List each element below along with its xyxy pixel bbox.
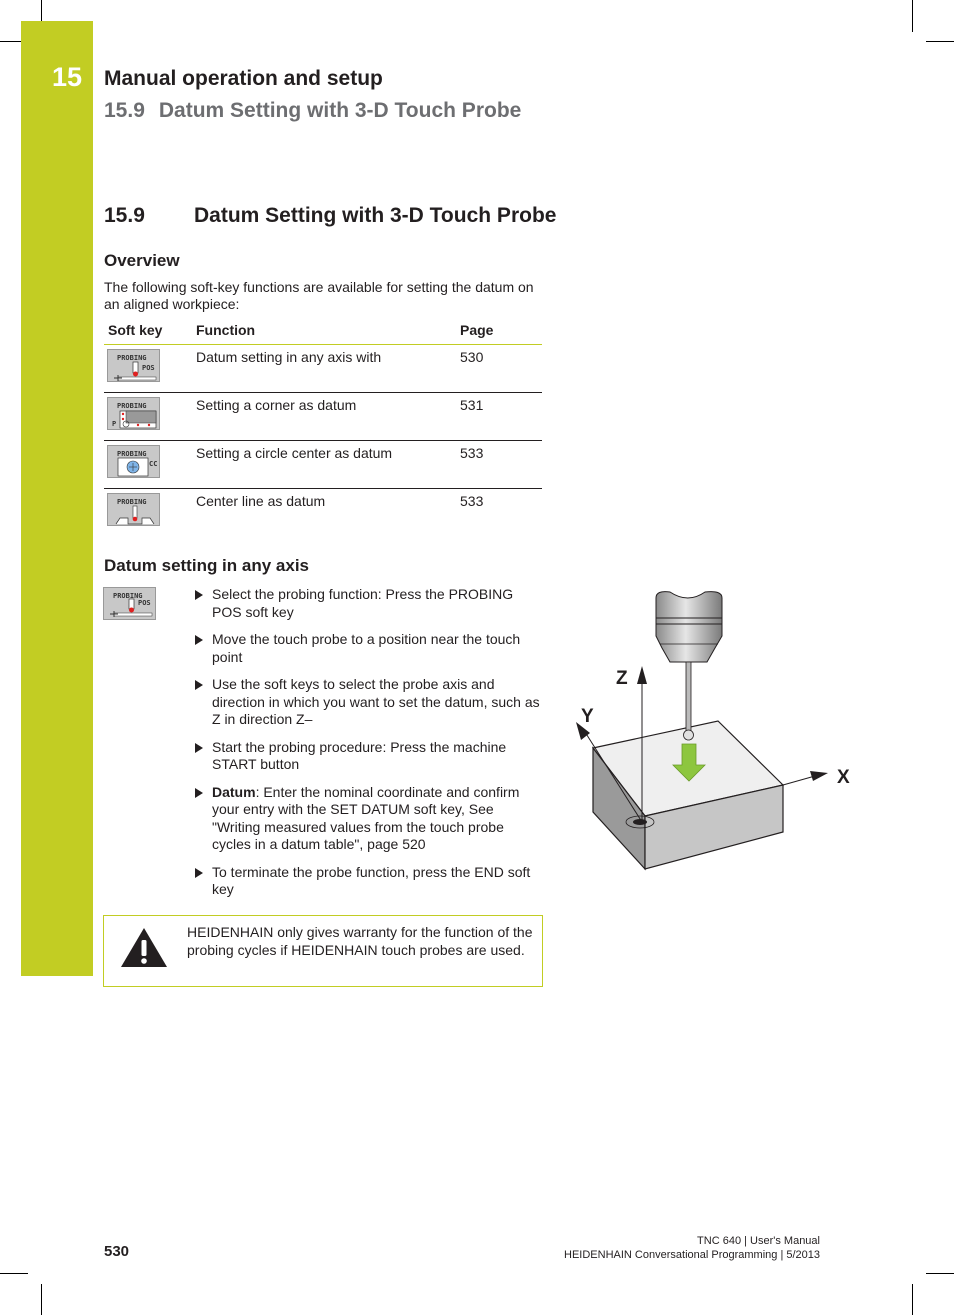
svg-text:CC: CC — [149, 460, 157, 468]
warning-text: HEIDENHAIN only gives warranty for the f… — [187, 924, 533, 958]
touch-probe-figure: Z Y X — [576, 591, 850, 871]
probing-center-line-softkey[interactable]: PROBING — [107, 493, 160, 526]
x-axis-arrow-icon — [810, 771, 828, 781]
step-item: To terminate the probe function, press t… — [192, 864, 542, 899]
step-item: Move the touch probe to a position near … — [192, 631, 542, 666]
probing-pos-softkey[interactable]: PROBING POS — [107, 349, 160, 382]
chapter-sidebar — [21, 21, 93, 976]
z-axis-arrow-icon — [637, 666, 647, 684]
footer-line-2: HEIDENHAIN Conversational Programming | … — [564, 1249, 820, 1261]
probing-circle-center-softkey-icon: CC — [117, 457, 157, 477]
y-axis-label: Y — [581, 706, 594, 727]
table-row: PROBING CC Setting a circle center as da… — [104, 440, 542, 489]
probing-pos-softkey[interactable]: PROBING POS — [103, 587, 156, 620]
bullet-arrow-icon — [195, 635, 203, 645]
z-axis-label: Z — [616, 668, 628, 689]
step-item: Datum: Enter the nominal coordinate and … — [192, 784, 542, 854]
probing-center-line-softkey-icon — [115, 505, 155, 525]
step-item: Start the probing procedure: Press the m… — [192, 739, 542, 774]
column-header-softkey: Soft key — [104, 318, 192, 345]
touch-probe-icon — [655, 591, 723, 741]
table-header-row: Soft key Function Page — [104, 318, 542, 345]
bullet-arrow-icon — [195, 867, 203, 878]
overview-heading: Overview — [104, 251, 180, 270]
footer-info: TNC 640 | User's Manual HEIDENHAIN Conve… — [564, 1234, 820, 1262]
probing-circle-center-softkey[interactable]: PROBING CC — [107, 445, 160, 478]
warning-icon — [121, 928, 167, 967]
bullet-arrow-icon — [195, 680, 203, 690]
crop-mark — [912, 1284, 913, 1315]
running-header-section-title: Datum Setting with 3-D Touch Probe — [158, 99, 522, 122]
crop-mark — [926, 41, 954, 42]
page-cell[interactable]: 531 — [456, 392, 542, 441]
warning-box: HEIDENHAIN only gives warranty for the f… — [103, 915, 543, 987]
probing-corner-softkey-icon: P — [112, 410, 157, 429]
svg-text:POS: POS — [142, 364, 155, 372]
probing-pos-softkey-icon: POS — [110, 598, 153, 617]
softkey-table: Soft key Function Page PROBING POS Datum… — [104, 318, 542, 536]
crop-mark — [912, 0, 913, 32]
footer-line-1: TNC 640 | User's Manual — [697, 1235, 820, 1247]
section-number: 15.9 — [104, 204, 145, 227]
bullet-arrow-icon — [195, 742, 203, 753]
bullet-arrow-icon — [195, 787, 203, 798]
table-row: PROBING POS Datum setting in any axis wi… — [104, 344, 542, 393]
crop-mark — [41, 1284, 42, 1315]
section-title-text: Datum Setting with 3-D Touch Probe — [194, 204, 557, 227]
step-item: Select the probing function: Press the P… — [192, 586, 542, 621]
table-row: PROBING Center line as datum 533 — [104, 489, 542, 537]
page-cell[interactable]: 533 — [456, 489, 542, 537]
function-cell: Datum setting in any axis with — [192, 344, 456, 393]
bullet-arrow-icon — [195, 590, 203, 600]
running-header-chapter: Manual operation and setup — [104, 67, 383, 90]
crop-mark — [0, 1273, 28, 1274]
table-row: PROBING P Setting a corner as datum 531 — [104, 392, 542, 441]
overview-intro: The following soft-key functions are ava… — [104, 279, 534, 312]
page-number: 530 — [104, 1243, 130, 1260]
svg-text:POS: POS — [138, 599, 151, 607]
section-title: 15.9 Datum Setting with 3-D Touch Probe — [104, 204, 556, 228]
function-cell: Setting a corner as datum — [192, 392, 456, 441]
probing-corner-softkey[interactable]: PROBING P — [107, 397, 160, 430]
running-header-section-number: 15.9 — [104, 99, 145, 122]
step-bold-term: Datum — [212, 783, 256, 800]
probing-pos-softkey-icon: POS — [114, 361, 157, 381]
function-cell: Setting a circle center as datum — [192, 440, 456, 489]
function-cell: Center line as datum — [196, 493, 326, 509]
crop-mark — [0, 41, 21, 42]
x-axis — [782, 775, 816, 786]
crop-mark — [926, 1273, 954, 1274]
page-cell[interactable]: 533 — [456, 440, 542, 489]
svg-text:P: P — [112, 420, 116, 428]
column-header-page: Page — [456, 318, 542, 345]
running-header-section: 15.9 Datum Setting with 3-D Touch Probe — [104, 99, 521, 123]
column-header-function: Function — [192, 318, 456, 345]
step-item: Use the soft keys to select the probe ax… — [192, 676, 542, 729]
x-axis-label: X — [837, 767, 850, 788]
page-cell[interactable]: 530 — [456, 344, 542, 393]
chapter-number: 15 — [52, 62, 83, 92]
any-axis-heading: Datum setting in any axis — [104, 556, 309, 575]
procedure-steps: Select the probing function: Press the P… — [192, 586, 542, 909]
